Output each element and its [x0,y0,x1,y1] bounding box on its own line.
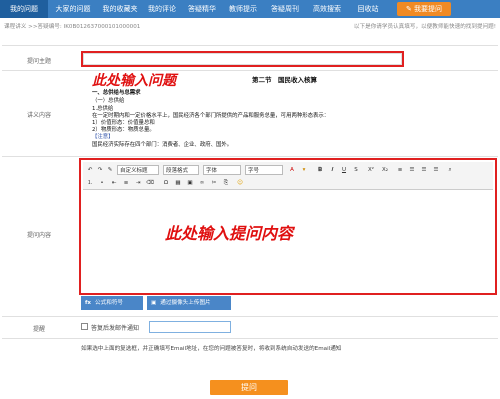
style-select[interactable]: 自定义标题 [117,165,159,175]
subject-input[interactable] [83,53,402,65]
unordered-list-icon[interactable]: • [97,178,107,188]
nav-my-questions[interactable]: 我的问题 [0,0,48,18]
emoji-icon[interactable]: ☺ [235,178,245,188]
link-icon[interactable]: ∞ [197,178,207,188]
notify-checkbox[interactable] [81,323,88,330]
content-label: 提问内容 [26,232,51,239]
nav-recycle-bin[interactable]: 回收站 [348,0,388,18]
ask-question-button[interactable]: ✎ 我要提问 [397,2,451,16]
submit-button[interactable]: 提问 [210,380,288,395]
indent-icon[interactable]: ⇥ [133,178,143,188]
formula-icon: fx [85,300,92,306]
divider [2,156,498,157]
nav-everyone-questions[interactable]: 大家的问题 [48,0,98,18]
lecture-line: （一）总供给 [92,98,125,104]
ask-question-label: 我要提问 [414,5,443,13]
nav-my-favorites[interactable]: 我的收藏夹 [98,0,142,18]
table-icon[interactable]: ▦ [173,178,183,188]
upload-image-button[interactable]: ▣ 通过摄像头上传图片 [147,296,231,310]
rich-text-editor[interactable]: ↶ ↷ ✎ 自定义标题 段落格式 字体 字号 A ▾ 𝐁 𝐈 U S X² X₂… [79,158,497,295]
lecture-line: 【注意】 [92,134,114,140]
email-field[interactable] [149,321,231,333]
search-icon[interactable]: ⌕ [445,165,455,175]
formula-button-label: 公式和符号 [95,300,124,306]
undo-icon[interactable]: ↶ [85,165,95,175]
image-icon[interactable]: ▣ [185,178,195,188]
unlink-icon[interactable]: ✂ [209,178,219,188]
pencil-icon: ✎ [405,5,415,13]
bold-icon[interactable]: 𝐁 [315,165,325,175]
email-footnote: 如果选中上面的复选框，并正确填写Email地址，在您的问题被答复时，将收到系统自… [81,346,342,352]
nav-efficient-search[interactable]: 高效搜索 [306,0,348,18]
special-char-icon[interactable]: Ω [161,178,171,188]
attachment-icon[interactable]: ⎘ [221,178,231,188]
strikethrough-icon[interactable]: S [351,165,361,175]
formula-button[interactable]: fx 公式和符号 [81,296,143,310]
paragraph-select[interactable]: 段落格式 [163,165,199,175]
nav-qa-essence[interactable]: 答疑精华 [182,0,222,18]
outdent-icon[interactable]: ⇤ [109,178,119,188]
align-center-icon[interactable]: ☰ [407,165,417,175]
subject-field[interactable] [81,51,404,67]
lecture-label: 讲义内容 [26,112,51,119]
divider [2,338,498,339]
align-left-icon[interactable]: ≡ [395,165,405,175]
lecture-line: 一、总供给与总需求 [92,90,141,96]
justify-icon[interactable]: ☰ [431,165,441,175]
notify-checkbox-label: 答复后发邮件通知 [91,325,140,332]
align-right-icon[interactable]: ☰ [419,165,429,175]
superscript-icon[interactable]: X² [365,165,377,175]
nav-qa-weekly[interactable]: 答疑周刊 [264,0,306,18]
underline-icon[interactable]: U [339,165,349,175]
font-size-select[interactable]: 字号 [245,165,283,175]
form-hint: 以下是你请学员认真填写，以便教师能快速的找到提问题! [353,24,496,30]
format-painter-icon[interactable]: ✎ [105,165,115,175]
clear-format-icon[interactable]: ⌫ [145,178,155,188]
font-color-icon[interactable]: A [287,165,297,175]
lecture-section-title: 第二节 国民收入核算 [252,76,317,84]
nav-my-comments[interactable]: 我的评论 [142,0,182,18]
upload-button-label: 通过摄像头上传图片 [160,300,211,306]
divider [2,316,498,317]
remind-label: 提醒 [32,326,45,333]
subject-annotation: 此处输入问题 [92,73,176,89]
lecture-line: 国民经济实际存在四个部门：消费者、企业、政府、国外。 [92,142,233,148]
divider [2,45,498,46]
nav-teacher-tips[interactable]: 教师提示 [222,0,264,18]
italic-icon[interactable]: 𝐈 [327,165,337,175]
line-height-icon[interactable]: ≡ [121,178,131,188]
ordered-list-icon[interactable]: ⒈ [85,178,95,188]
content-annotation: 此处输入提问内容 [165,224,294,243]
redo-icon[interactable]: ↷ [95,165,105,175]
subscript-icon[interactable]: X₂ [379,165,391,175]
image-upload-icon: ▣ [151,300,157,306]
editor-toolbar: ↶ ↷ ✎ 自定义标题 段落格式 字体 字号 A ▾ 𝐁 𝐈 U S X² X₂… [83,162,493,190]
subject-label: 提问主题 [26,58,51,65]
highlight-icon[interactable]: ▾ [299,165,309,175]
divider [2,70,498,71]
top-nav: 我的问题 大家的问题 我的收藏夹 我的评论 答疑精华 教师提示 答疑周刊 高效搜… [0,0,500,18]
font-select[interactable]: 字体 [203,165,241,175]
